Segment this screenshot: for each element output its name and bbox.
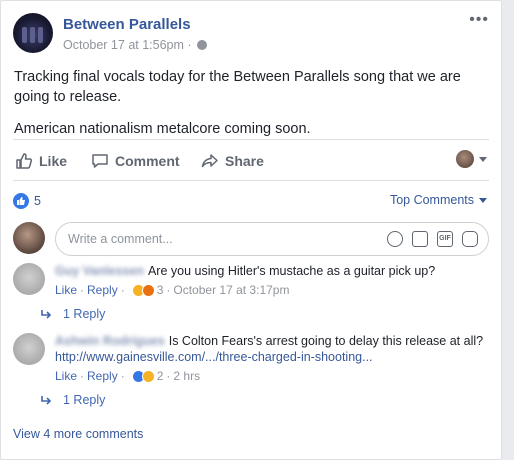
reply-arrow-icon [41, 396, 52, 405]
emoji-icon[interactable] [387, 231, 403, 247]
reply-arrow-icon [41, 310, 52, 319]
comment-author[interactable]: Guy Vanlessen [55, 264, 144, 278]
comment-time[interactable]: October 17 at 3:17pm [173, 282, 289, 298]
camera-icon[interactable] [412, 231, 428, 247]
comment-text: Is Colton Fears's arrest going to delay … [168, 334, 484, 348]
comment-link[interactable]: http://www.gainesville.com/.../three-cha… [55, 350, 373, 364]
comment-composer: Write a comment... GIF [13, 222, 489, 256]
chevron-down-icon [479, 156, 487, 162]
reaction-count: 5 [34, 194, 41, 208]
comment-button[interactable]: Comment [91, 152, 180, 170]
comment-body: Ashwin Rodrigues Is Colton Fears's arrest… [55, 333, 489, 384]
identity-selector[interactable] [456, 150, 487, 168]
comment-like-link[interactable]: Like [55, 368, 77, 384]
angry-reaction-icon [141, 283, 155, 297]
comment-icon [92, 154, 108, 168]
comment-sort-label: Top Comments [389, 193, 474, 207]
composer-icons: GIF [387, 231, 478, 247]
page-avatar[interactable] [13, 13, 53, 53]
comment-author[interactable]: Ashwin Rodrigues [55, 334, 165, 348]
avatar[interactable] [13, 263, 45, 295]
chevron-down-icon [479, 197, 487, 203]
post-header: Between Parallels October 17 at 1:56pm ·… [13, 11, 489, 57]
comment-placeholder: Write a comment... [68, 232, 173, 246]
page-name[interactable]: Between Parallels [63, 16, 191, 33]
share-button[interactable]: Share [201, 152, 264, 170]
comment-body: Guy Vanlessen Are you using Hitler's must… [55, 263, 489, 298]
post-text-line: American nationalism metalcore coming so… [14, 121, 311, 137]
globe-icon [197, 40, 208, 50]
view-more-comments-link[interactable]: View 4 more comments [13, 427, 143, 441]
comment-reactions[interactable] [131, 283, 155, 297]
share-arrow-icon [201, 154, 218, 168]
view-replies-link[interactable]: 1 Reply [41, 307, 105, 321]
comment-meta: Like · Reply · 3 · October 17 at 3:17pm [55, 282, 290, 298]
comment-reaction-count: 2 [156, 369, 164, 383]
comment-reply-link[interactable]: Reply [87, 368, 118, 384]
comment-input[interactable]: Write a comment... GIF [55, 222, 489, 256]
post-timestamp[interactable]: October 17 at 1:56pm [63, 38, 184, 52]
more-options-icon[interactable]: ••• [469, 11, 489, 29]
view-replies-link[interactable]: 1 Reply [41, 393, 105, 407]
comment-like-link[interactable]: Like [55, 282, 77, 298]
post-meta: October 17 at 1:56pm · [63, 38, 208, 52]
like-button[interactable]: Like [15, 152, 67, 170]
thumbs-up-icon [16, 153, 33, 169]
comment-time[interactable]: 2 hrs [173, 368, 200, 384]
avatar[interactable] [13, 333, 45, 365]
action-bar: Like Comment Share [13, 139, 489, 181]
comment-reactions[interactable] [131, 369, 155, 383]
like-reaction-icon [13, 193, 29, 209]
avatar [456, 150, 474, 168]
comment-label: Comment [115, 153, 180, 169]
share-label: Share [225, 153, 264, 169]
reply-count: 1 Reply [63, 307, 106, 321]
sticker-icon[interactable] [462, 231, 478, 247]
post-text-line: Tracking final vocals today for the Betw… [14, 69, 461, 105]
comment-sort-dropdown[interactable]: Top Comments [390, 193, 487, 207]
reaction-summary[interactable]: 5 [13, 193, 41, 209]
comment-text: Are you using Hitler's mustache as a gui… [147, 264, 436, 278]
comment-reaction-count: 3 [156, 283, 164, 297]
gif-icon[interactable]: GIF [437, 231, 453, 247]
avatar [13, 222, 45, 254]
post-card: Between Parallels October 17 at 1:56pm ·… [0, 0, 502, 460]
haha-reaction-icon [141, 369, 155, 383]
meta-separator: · [187, 38, 192, 52]
comment-meta: Like · Reply · 2 · 2 hrs [55, 368, 201, 384]
comment-reply-link[interactable]: Reply [87, 282, 118, 298]
reply-count: 1 Reply [63, 393, 106, 407]
like-label: Like [39, 153, 68, 169]
